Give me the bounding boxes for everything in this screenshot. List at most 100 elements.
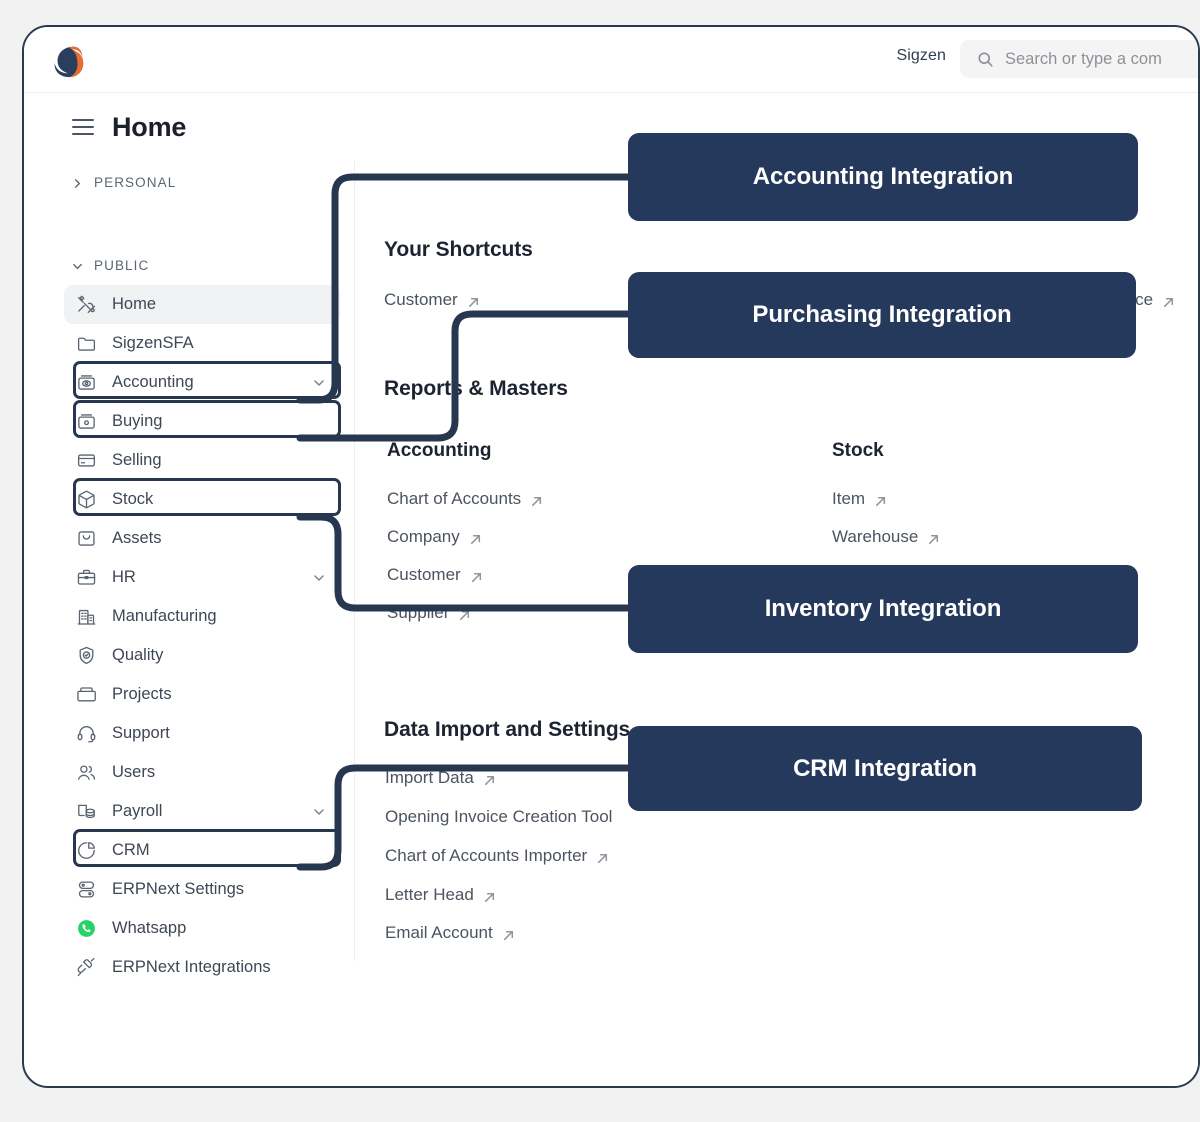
sidebar-item-support[interactable]: Support: [64, 714, 340, 753]
report-link-item[interactable]: Item: [832, 489, 887, 509]
report-label: Company: [387, 527, 460, 547]
sidebar-item-label: SigzenSFA: [112, 334, 326, 353]
buying-icon: [76, 411, 97, 432]
sidebar-item-buying[interactable]: Buying: [64, 402, 340, 441]
report-link-customer[interactable]: Customer: [387, 565, 483, 585]
users-icon: [76, 762, 97, 783]
sidebar-item-erpnext-integrations[interactable]: ERPNext Integrations: [64, 948, 340, 987]
sigzen-logo-icon[interactable]: [49, 42, 87, 80]
shortcut-link-customer[interactable]: Customer: [384, 290, 480, 310]
sidebar-item-whatsapp[interactable]: Whatsapp: [64, 909, 340, 948]
sidebar-item-label: Accounting: [112, 373, 297, 392]
report-link-chart-of-accounts[interactable]: Chart of Accounts: [387, 489, 543, 509]
report-label: Supplier: [387, 603, 449, 623]
shortcuts-heading: Your Shortcuts: [384, 238, 533, 262]
import-label: Chart of Accounts Importer: [385, 846, 587, 866]
plug-icon: [76, 957, 97, 978]
external-link-icon: [483, 772, 496, 785]
sidebar-item-label: Assets: [112, 529, 326, 548]
sidebar-item-projects[interactable]: Projects: [64, 675, 340, 714]
external-link-icon: [458, 607, 471, 620]
external-link-icon: [1162, 294, 1175, 307]
import-link-import-data[interactable]: Import Data: [385, 768, 496, 788]
sidebar-item-label: ERPNext Settings: [112, 880, 326, 899]
callout-purchasing-integration: Purchasing Integration: [628, 272, 1136, 358]
external-link-icon: [874, 493, 887, 506]
sidebar-item-payroll[interactable]: Payroll: [64, 792, 340, 831]
chevron-down-icon[interactable]: [312, 376, 326, 390]
sidebar-nav-list: Home SigzenSFA Accounting Buying Selling Stoc…: [50, 285, 354, 987]
import-label: Import Data: [385, 768, 474, 788]
report-link-company[interactable]: Company: [387, 527, 482, 547]
external-link-icon: [502, 927, 515, 940]
sidebar-item-accounting[interactable]: Accounting: [64, 363, 340, 402]
factory-icon: [76, 606, 97, 627]
headset-icon: [76, 723, 97, 744]
import-link-chart-of-accounts-importer[interactable]: Chart of Accounts Importer: [385, 846, 609, 866]
sidebar-item-label: Whatsapp: [112, 919, 326, 938]
sidebar-item-users[interactable]: Users: [64, 753, 340, 792]
sidebar-item-home[interactable]: Home: [64, 285, 340, 324]
sidebar-item-stock[interactable]: Stock: [64, 480, 340, 519]
sidebar-group-label: PUBLIC: [94, 258, 149, 273]
sidebar-item-label: Support: [112, 724, 326, 743]
whatsapp-icon: [76, 918, 97, 939]
page-header: Home: [50, 93, 350, 161]
sidebar-item-assets[interactable]: Assets: [64, 519, 340, 558]
report-label: Item: [832, 489, 865, 509]
callout-label: Accounting Integration: [753, 163, 1013, 191]
sidebar-group-public[interactable]: PUBLIC: [50, 248, 354, 282]
report-label: Customer: [387, 565, 461, 585]
sidebar-item-sigzensfa[interactable]: SigzenSFA: [64, 324, 340, 363]
hamburger-menu-icon[interactable]: [72, 119, 94, 135]
import-label: Letter Head: [385, 885, 474, 905]
external-link-icon: [467, 294, 480, 307]
callout-label: Inventory Integration: [765, 595, 1002, 623]
sidebar-item-manufacturing[interactable]: Manufacturing: [64, 597, 340, 636]
chevron-down-icon[interactable]: [312, 571, 326, 585]
tools-icon: [76, 294, 97, 315]
external-link-icon: [596, 850, 609, 863]
sidebar-item-label: Users: [112, 763, 326, 782]
sidebar-item-label: Buying: [112, 412, 326, 431]
sidebar-item-label: Quality: [112, 646, 326, 665]
screenshot-root: Sigzen Search or type a com Home: [0, 0, 1200, 1122]
search-placeholder: Search or type a com: [1005, 50, 1162, 69]
sidebar-item-label: Selling: [112, 451, 326, 470]
sidebar-group-personal[interactable]: PERSONAL: [50, 165, 354, 199]
reports-heading: Reports & Masters: [384, 377, 568, 401]
external-link-icon: [530, 493, 543, 506]
settings-icon: [76, 879, 97, 900]
external-link-icon: [927, 531, 940, 544]
callout-label: CRM Integration: [793, 755, 977, 783]
import-link-opening-invoice-creation-tool[interactable]: Opening Invoice Creation Tool: [385, 807, 612, 827]
search-input[interactable]: Search or type a com: [960, 40, 1200, 78]
sidebar-item-hr[interactable]: HR: [64, 558, 340, 597]
chevron-right-icon: [72, 177, 83, 188]
page-title: Home: [112, 112, 186, 143]
import-link-email-account[interactable]: Email Account: [385, 923, 515, 943]
sidebar-item-label: CRM: [112, 841, 326, 860]
sidebar-item-selling[interactable]: Selling: [64, 441, 340, 480]
selling-icon: [76, 450, 97, 471]
import-link-letter-head[interactable]: Letter Head: [385, 885, 496, 905]
folder-icon: [76, 333, 97, 354]
sidebar-item-erpnext-settings[interactable]: ERPNext Settings: [64, 870, 340, 909]
shield-check-icon: [76, 645, 97, 666]
sidebar-item-label: ERPNext Integrations: [112, 958, 326, 977]
sidebar-item-label: Projects: [112, 685, 326, 704]
sidebar-group-label: PERSONAL: [94, 175, 176, 190]
chevron-down-icon[interactable]: [312, 805, 326, 819]
brand-name: Sigzen: [896, 47, 946, 65]
report-link-supplier[interactable]: Supplier: [387, 603, 471, 623]
sidebar-item-label: Manufacturing: [112, 607, 326, 626]
sidebar-item-crm[interactable]: CRM: [64, 831, 340, 870]
sidebar-item-quality[interactable]: Quality: [64, 636, 340, 675]
pie-chart-icon: [76, 840, 97, 861]
payroll-icon: [76, 801, 97, 822]
column-heading-accounting: Accounting: [387, 440, 492, 462]
external-link-icon: [469, 531, 482, 544]
report-link-warehouse[interactable]: Warehouse: [832, 527, 940, 547]
sidebar-item-label: Stock: [112, 490, 326, 509]
assets-icon: [76, 528, 97, 549]
